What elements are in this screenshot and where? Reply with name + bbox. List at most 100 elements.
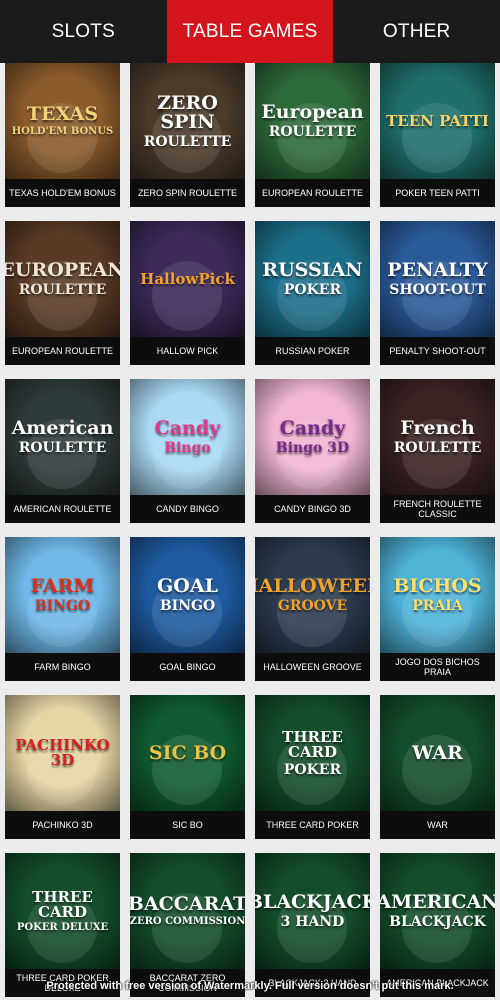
tab-table-games[interactable]: TABLE GAMES bbox=[166, 0, 334, 63]
game-card[interactable]: Candy Bingo 3D CANDY BINGO 3D bbox=[255, 379, 370, 523]
game-card[interactable]: BICHOS PRAIA JOGO DOS BICHOS PRAIA bbox=[380, 537, 495, 681]
game-title: SIC BO bbox=[130, 811, 245, 839]
game-thumbnail: SIC BO bbox=[130, 695, 245, 811]
game-card[interactable]: TEXAS HOLD'EM BONUS TEXAS HOLD'EM BONUS bbox=[5, 63, 120, 207]
game-logo-subtitle: ZERO COMMISSION bbox=[130, 916, 245, 927]
game-logo-title: TEXAS bbox=[26, 103, 99, 125]
game-title: HALLOWEEN GROOVE bbox=[255, 653, 370, 681]
game-thumbnail: PENALTY SHOOT-OUT bbox=[380, 221, 495, 337]
game-logo-title: HALLOWEEN bbox=[255, 575, 370, 597]
game-thumbnail: Candy Bingo 3D bbox=[255, 379, 370, 495]
game-card[interactable]: TEEN PATTI POKER TEEN PATTI bbox=[380, 63, 495, 207]
game-logo-title: Candy bbox=[279, 417, 346, 439]
game-thumbnail: BICHOS PRAIA bbox=[380, 537, 495, 653]
game-logo-title: PACHINKO 3D bbox=[15, 736, 110, 769]
game-title: WAR bbox=[380, 811, 495, 839]
game-logo-subtitle: Bingo bbox=[164, 440, 211, 456]
game-card[interactable]: THREE CARD POKER DELUXE THREE CARD POKER D… bbox=[5, 853, 120, 997]
game-card[interactable]: HallowPick HALLOW PICK bbox=[130, 221, 245, 365]
game-logo-title: TEEN PATTI bbox=[386, 111, 489, 130]
game-logo-subtitle: ROULETTE bbox=[18, 440, 107, 456]
game-card[interactable]: PENALTY SHOOT-OUT PENALTY SHOOT-OUT bbox=[380, 221, 495, 365]
game-logo: Candy Bingo bbox=[151, 417, 225, 456]
game-card[interactable]: HALLOWEENGROOVE HALLOWEEN GROOVE bbox=[255, 537, 370, 681]
game-logo-title: WAR bbox=[412, 741, 463, 764]
game-logo-title: Candy bbox=[154, 417, 221, 439]
game-logo-title: THREE CARD bbox=[32, 887, 93, 921]
game-thumbnail: Candy Bingo bbox=[130, 379, 245, 495]
game-thumbnail: TEEN PATTI bbox=[380, 63, 495, 179]
game-logo-title: EUROPEAN bbox=[5, 259, 120, 281]
game-logo: HALLOWEENGROOVE bbox=[255, 575, 370, 614]
game-logo: THREE CARD POKER DELUXE bbox=[5, 887, 120, 933]
game-title: AMERICAN ROULETTE bbox=[5, 495, 120, 523]
game-logo: Candy Bingo 3D bbox=[272, 417, 353, 456]
game-logo: ZERO SPIN ROULETTE bbox=[130, 91, 245, 150]
game-title: PACHINKO 3D bbox=[5, 811, 120, 839]
game-title: PENALTY SHOOT-OUT bbox=[380, 337, 495, 365]
game-thumbnail: TEXAS HOLD'EM BONUS bbox=[5, 63, 120, 179]
watermark-text: Protected with free version of Watermark… bbox=[46, 980, 454, 992]
game-logo-title: HallowPick bbox=[140, 269, 235, 288]
game-title: EUROPEAN ROULETTE bbox=[255, 179, 370, 207]
game-logo-title: SIC BO bbox=[148, 741, 227, 764]
game-card[interactable]: PACHINKO 3D PACHINKO 3D bbox=[5, 695, 120, 839]
game-logo-subtitle: PRAIA bbox=[412, 598, 463, 614]
tab-other[interactable]: OTHER bbox=[333, 0, 500, 63]
game-thumbnail: European ROULETTE bbox=[255, 63, 370, 179]
game-logo-title: ZERO SPIN bbox=[157, 91, 218, 133]
game-title: EUROPEAN ROULETTE bbox=[5, 337, 120, 365]
game-thumbnail: EUROPEAN ROULETTE bbox=[5, 221, 120, 337]
category-tab-bar: SLOTS TABLE GAMES OTHER bbox=[0, 0, 500, 63]
game-thumbnail: French ROULETTE bbox=[380, 379, 495, 495]
game-card[interactable]: GOAL BINGO GOAL BINGO bbox=[130, 537, 245, 681]
game-card[interactable]: EUROPEAN ROULETTE EUROPEAN ROULETTE bbox=[5, 221, 120, 365]
game-thumbnail: HallowPick bbox=[130, 221, 245, 337]
game-logo-subtitle: POKER DELUXE bbox=[16, 921, 109, 933]
game-logo-subtitle: SHOOT-OUT bbox=[389, 282, 486, 298]
game-logo: American ROULETTE bbox=[8, 417, 118, 456]
game-logo: SIC BO bbox=[145, 741, 230, 764]
game-logo-subtitle: POKER bbox=[283, 282, 342, 298]
game-title: HALLOW PICK bbox=[130, 337, 245, 365]
game-logo-title: European bbox=[261, 101, 364, 123]
game-title: CANDY BINGO 3D bbox=[255, 495, 370, 523]
game-card[interactable]: American ROULETTE AMERICAN ROULETTE bbox=[5, 379, 120, 523]
game-logo-subtitle: ROULETTE bbox=[268, 124, 357, 140]
game-logo-title: GOAL bbox=[157, 575, 218, 597]
game-card[interactable]: WAR WAR bbox=[380, 695, 495, 839]
game-card[interactable]: RUSSIAN POKER RUSSIAN POKER bbox=[255, 221, 370, 365]
tab-slots[interactable]: SLOTS bbox=[0, 0, 167, 63]
game-logo-subtitle: HOLD'EM BONUS bbox=[11, 126, 114, 137]
game-thumbnail: PACHINKO 3D bbox=[5, 695, 120, 811]
game-logo: RUSSIAN POKER bbox=[258, 261, 366, 298]
game-logo-subtitle: BINGO bbox=[159, 598, 216, 614]
game-logo: WAR bbox=[408, 741, 467, 764]
game-card[interactable]: SIC BO SIC BO bbox=[130, 695, 245, 839]
game-card[interactable]: AMERICAN BLACKJACK AMERICAN BLACKJACK bbox=[380, 853, 495, 997]
game-logo-title: American bbox=[11, 417, 114, 439]
game-logo: EUROPEAN ROULETTE bbox=[5, 259, 120, 298]
game-logo-title: BICHOS bbox=[393, 575, 482, 597]
game-card[interactable]: THREE CARD POKER THREE CARD POKER bbox=[255, 695, 370, 839]
game-logo-title: BLACKJACK bbox=[255, 891, 370, 913]
game-thumbnail: AMERICAN BLACKJACK bbox=[380, 853, 495, 969]
game-thumbnail: American ROULETTE bbox=[5, 379, 120, 495]
game-card[interactable]: ZERO SPIN ROULETTE ZERO SPIN ROULETTE bbox=[130, 63, 245, 207]
game-card[interactable]: French ROULETTE FRENCH ROULETTE CLASSIC bbox=[380, 379, 495, 523]
game-thumbnail: THREE CARD POKER DELUXE bbox=[5, 853, 120, 969]
game-logo: FARM BINGO bbox=[27, 577, 99, 614]
game-card[interactable]: Candy Bingo CANDY BINGO bbox=[130, 379, 245, 523]
game-grid: TEXAS HOLD'EM BONUS TEXAS HOLD'EM BONUS ZER… bbox=[5, 63, 495, 997]
game-title: FRENCH ROULETTE CLASSIC bbox=[380, 495, 495, 523]
game-thumbnail: GOAL BINGO bbox=[130, 537, 245, 653]
game-card[interactable]: BLACKJACK3 HANDBLACKJACK 3 HAND bbox=[255, 853, 370, 997]
game-logo-subtitle: BINGO bbox=[34, 598, 91, 614]
game-card[interactable]: FARM BINGO FARM BINGO bbox=[5, 537, 120, 681]
game-logo-subtitle: ROULETTE bbox=[143, 133, 232, 150]
game-thumbnail: WAR bbox=[380, 695, 495, 811]
game-card[interactable]: European ROULETTE EUROPEAN ROULETTE bbox=[255, 63, 370, 207]
game-logo-title: BACCARAT bbox=[130, 893, 245, 915]
game-card[interactable]: BACCARAT ZERO COMMISSION BACCARAT ZERO COM… bbox=[130, 853, 245, 997]
game-logo: BICHOS PRAIA bbox=[389, 575, 485, 614]
